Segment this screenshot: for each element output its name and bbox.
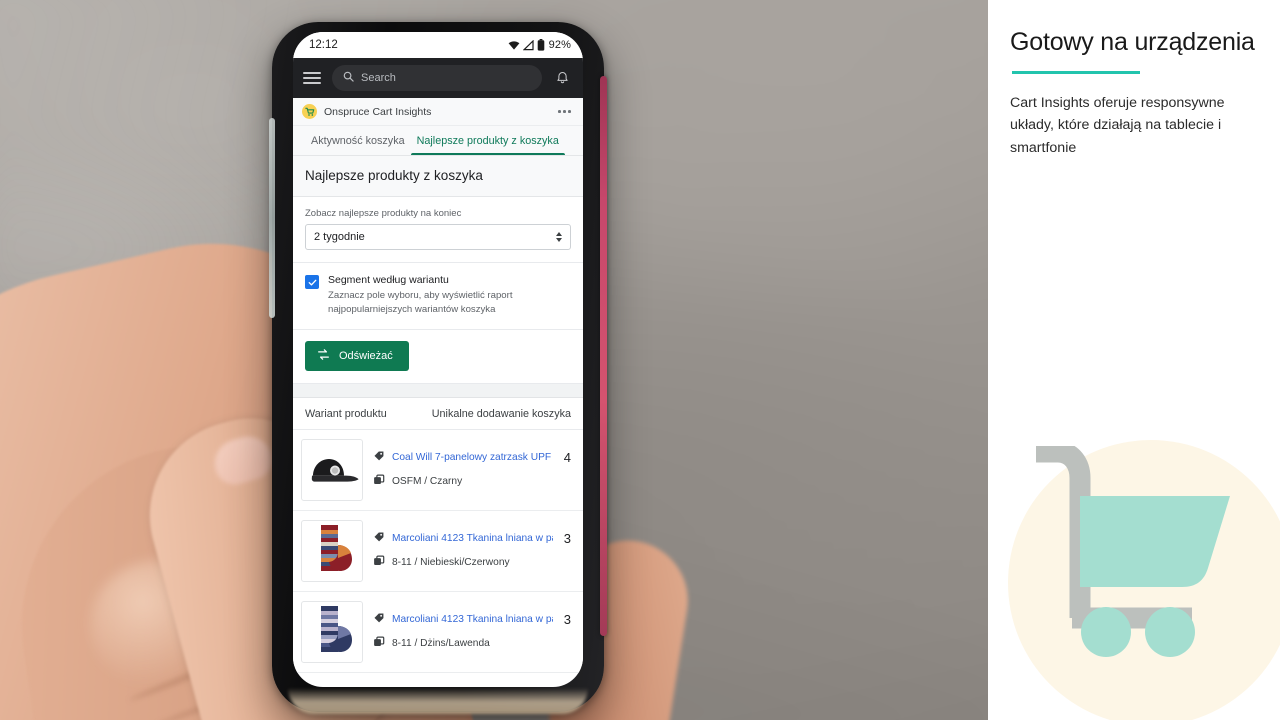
variant-copy-icon (373, 473, 385, 491)
period-select[interactable]: 2 tygodnie (305, 224, 571, 250)
signal-icon (522, 39, 534, 51)
app-header: Onspruce Cart Insights (293, 98, 583, 126)
phone-side-rail (600, 76, 607, 636)
search-input[interactable]: Search (332, 65, 542, 91)
table-row[interactable]: Marcoliani 4123 Tkanina lniana w pa... 3… (293, 591, 583, 673)
checkbox-help-text: Zaznacz pole wyboru, aby wyświetlić rapo… (328, 290, 513, 315)
segment-by-variant-checkbox[interactable] (305, 275, 319, 289)
price-tag-icon (373, 530, 385, 548)
smartphone-device: 12:12 92% Search Onspruce Cart Insights … (269, 22, 607, 714)
cart-graphic (1036, 446, 1230, 657)
panel-body-text: Cart Insights oferuje responsywne układy… (1010, 94, 1225, 156)
battery-icon (537, 39, 545, 51)
browser-app-bar: Search (293, 58, 583, 98)
bell-icon[interactable] (551, 67, 573, 89)
variant-copy-icon (373, 635, 385, 653)
tab-bar: Aktywność koszyka Najlepsze produkty z k… (293, 126, 583, 156)
app-title: Onspruce Cart Insights (324, 105, 432, 118)
status-bar: 12:12 92% (293, 32, 583, 58)
product-title-link[interactable]: Marcoliani 4123 Tkanina lniana w pa... (392, 533, 553, 544)
column-header-unique-adds: Unikalne dodawanie koszyka (431, 407, 571, 420)
striped-sock-lavender-thumbnail (301, 600, 363, 663)
refresh-button-label: Odświeżać (339, 349, 393, 362)
search-icon (343, 69, 354, 87)
table-header: Wariant produktu Unikalne dodawanie kosz… (293, 397, 583, 430)
info-panel: Gotowy na urządzenia Cart Insights oferu… (988, 0, 1280, 720)
variant-text: 8-11 / Dżins/Lawenda (392, 638, 490, 650)
black-cap-thumbnail (301, 438, 363, 501)
hamburger-icon[interactable] (301, 67, 323, 89)
table-row[interactable]: Coal Will 7-panelowy zatrzask UPF R... 4… (293, 429, 583, 511)
shopping-cart-illustration (990, 360, 1280, 720)
refresh-block: Odświeżać (293, 329, 583, 384)
price-tag-icon (373, 611, 385, 629)
variant-text: 8-11 / Niebieski/Czerwony (392, 557, 510, 569)
tab-top-cart-products[interactable]: Najlepsze produkty z koszyka (410, 126, 566, 156)
panel-heading: Gotowy na urządzenia (1010, 28, 1255, 56)
product-title-link[interactable]: Marcoliani 4123 Tkanina lniana w pa... (392, 614, 553, 625)
refresh-button[interactable]: Odświeżać (305, 340, 409, 371)
product-title-link[interactable]: Coal Will 7-panelowy zatrzask UPF R... (392, 452, 553, 463)
section-spacer (293, 383, 583, 398)
wifi-icon (508, 40, 520, 51)
period-value: 2 tygodnie (314, 231, 365, 243)
phone-photo-scene: 12:12 92% Search Onspruce Cart Insights … (0, 0, 988, 720)
chevron-updown-icon (556, 232, 562, 242)
page-title: Najlepsze produkty z koszyka (305, 168, 483, 183)
phone-volume-rail (269, 118, 275, 318)
table-row[interactable]: Marcoliani 4123 Tkanina lniana w pa... 3… (293, 510, 583, 592)
price-tag-icon (373, 449, 385, 467)
search-placeholder: Search (361, 72, 396, 84)
variant-copy-icon (373, 554, 385, 572)
column-header-variant: Wariant produktu (305, 407, 387, 420)
unique-adds-count: 3 (563, 612, 571, 628)
refresh-cycle-icon (317, 348, 330, 364)
checkbox-label: Segment według wariantu (328, 274, 449, 286)
phone-bottom-edge (288, 688, 588, 714)
segment-checkbox-block: Segment według wariantu Zaznacz pole wyb… (293, 263, 583, 330)
variant-text: OSFM / Czarny (392, 476, 463, 488)
phone-screen: 12:12 92% Search Onspruce Cart Insights … (293, 32, 583, 687)
battery-percent: 92% (548, 39, 571, 51)
tab-cart-activity[interactable]: Aktywność koszyka (305, 126, 411, 155)
period-label: Zobacz najlepsze produkty na koniec (305, 208, 462, 219)
status-time: 12:12 (309, 39, 338, 51)
unique-adds-count: 4 (563, 450, 571, 466)
shopping-cart-app-icon (302, 104, 317, 119)
accent-rule (1012, 70, 1140, 74)
period-filter-block: Zobacz najlepsze produkty na koniec 2 ty… (293, 197, 583, 263)
kebab-menu-icon[interactable] (556, 106, 573, 117)
striped-sock-red-thumbnail (301, 519, 363, 582)
unique-adds-count: 3 (563, 531, 571, 547)
page-title-section: Najlepsze produkty z koszyka (293, 156, 583, 197)
